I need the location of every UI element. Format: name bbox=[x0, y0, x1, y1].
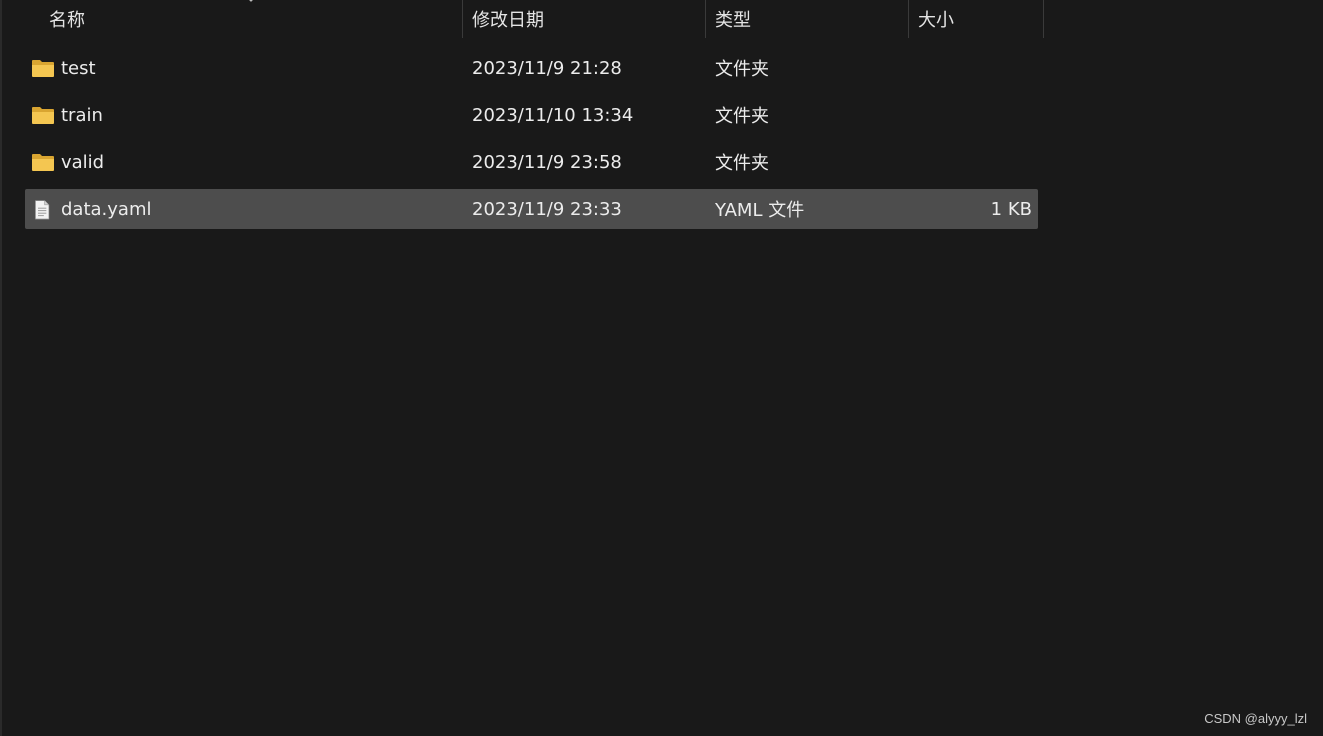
column-header-modified-label: 修改日期 bbox=[472, 10, 544, 31]
file-type: YAML 文件 bbox=[715, 200, 805, 221]
column-header-modified[interactable]: 修改日期 bbox=[463, 0, 705, 38]
file-type: 文件夹 bbox=[715, 106, 769, 127]
file-name: train bbox=[61, 104, 103, 126]
column-header-size-label: 大小 bbox=[918, 10, 954, 31]
file-type: 文件夹 bbox=[715, 59, 769, 80]
file-size: 1 KB bbox=[990, 198, 1032, 220]
column-header-type[interactable]: 类型 bbox=[706, 0, 908, 38]
folder-icon bbox=[32, 154, 54, 171]
file-size bbox=[909, 142, 1032, 182]
window-edge bbox=[0, 0, 2, 736]
file-modified-date: 2023/11/9 23:58 bbox=[472, 151, 622, 173]
column-header-bar: 名称 修改日期 类型 大小 bbox=[0, 0, 1323, 38]
file-size bbox=[909, 95, 1032, 135]
folder-icon bbox=[32, 107, 54, 124]
file-row-data-yaml[interactable]: data.yaml 2023/11/9 23:33 YAML 文件 1 KB bbox=[25, 189, 1038, 229]
file-row-train[interactable]: train 2023/11/10 13:34 文件夹 bbox=[25, 95, 1038, 135]
file-modified-date: 2023/11/9 23:33 bbox=[472, 198, 622, 220]
file-name: test bbox=[61, 57, 96, 79]
file-type: 文件夹 bbox=[715, 153, 769, 174]
column-divider[interactable] bbox=[1043, 0, 1044, 38]
file-name: valid bbox=[61, 151, 105, 173]
column-header-name[interactable]: 名称 bbox=[40, 0, 462, 38]
document-icon bbox=[35, 200, 50, 220]
folder-icon bbox=[32, 60, 54, 77]
file-size bbox=[909, 48, 1032, 88]
file-explorer-window: 名称 修改日期 类型 大小 test 2023/11/9 21:28 文件夹 t… bbox=[0, 0, 1323, 736]
column-header-name-label: 名称 bbox=[49, 10, 85, 31]
file-modified-date: 2023/11/9 21:28 bbox=[472, 57, 622, 79]
file-row-test[interactable]: test 2023/11/9 21:28 文件夹 bbox=[25, 48, 1038, 88]
watermark-text: CSDN @alyyy_lzl bbox=[1204, 711, 1307, 726]
column-header-type-label: 类型 bbox=[715, 10, 751, 31]
file-modified-date: 2023/11/10 13:34 bbox=[472, 104, 634, 126]
file-row-valid[interactable]: valid 2023/11/9 23:58 文件夹 bbox=[25, 142, 1038, 182]
column-header-size[interactable]: 大小 bbox=[909, 0, 1043, 38]
file-name: data.yaml bbox=[61, 198, 152, 220]
